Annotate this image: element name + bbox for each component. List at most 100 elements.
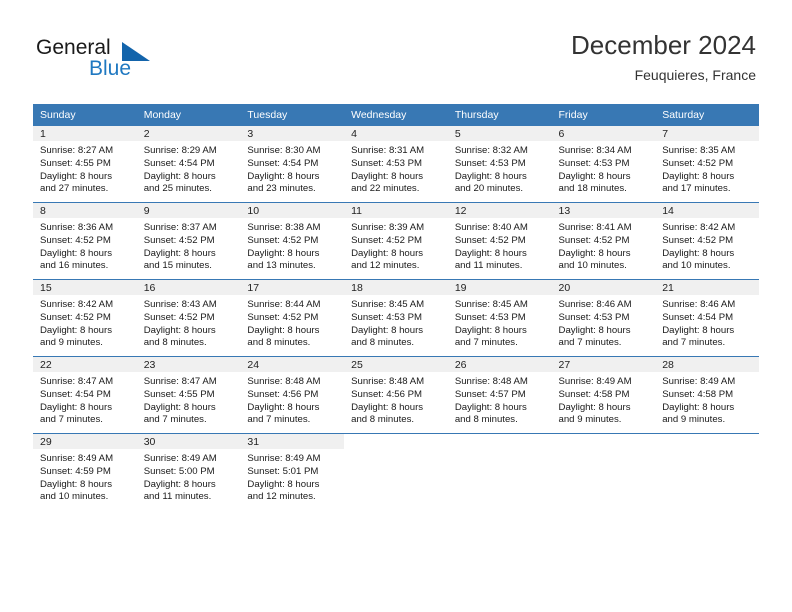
sunrise-time: Sunrise: 8:36 AM	[40, 222, 114, 233]
calendar-day-cell[interactable]: 30 Sunrise: 8:49 AM Sunset: 5:00 PM Dayligh…	[136, 433, 241, 510]
calendar-page: General Blue December 2024 Feuquieres, F…	[0, 0, 792, 612]
day-number: 11	[344, 203, 448, 218]
calendar-day-cell[interactable]: 7 Sunrise: 8:35 AM Sunset: 4:52 PM Daylight…	[655, 126, 759, 203]
day-number: 19	[447, 280, 552, 295]
calendar-day-cell[interactable]: 13 Sunrise: 8:41 AM Sunset: 4:52 PM Dayligh…	[551, 202, 656, 280]
daylight-duration-line1: Daylight: 8 hours	[454, 247, 527, 259]
calendar-header-row: Sunday Monday Tuesday Wednesday Thursday…	[33, 104, 759, 126]
calendar-day-cell[interactable]: 20 Sunrise: 8:46 AM Sunset: 4:53 PM Dayligh…	[551, 279, 656, 357]
day-details: Sunrise: 8:31 AM Sunset: 4:53 PM Daylight:…	[344, 141, 448, 196]
calendar-day-cell[interactable]: 8 Sunrise: 8:36 AM Sunset: 4:52 PM Daylight…	[33, 202, 137, 280]
calendar-day-cell[interactable]: 19 Sunrise: 8:45 AM Sunset: 4:53 PM Dayligh…	[447, 279, 552, 357]
calendar-day-cell[interactable]: 22 Sunrise: 8:47 AM Sunset: 4:54 PM Dayligh…	[33, 356, 137, 434]
calendar-day-cell[interactable]: 2 Sunrise: 8:29 AM Sunset: 4:54 PM Daylight…	[136, 126, 241, 203]
daylight-duration-line2: and 8 minutes.	[247, 337, 311, 349]
calendar-day-cell[interactable]: 5 Sunrise: 8:32 AM Sunset: 4:53 PM Daylight…	[447, 126, 552, 203]
sunset-time: Sunset: 4:52 PM	[558, 234, 630, 246]
day-number: 18	[344, 280, 448, 295]
sunrise-time: Sunrise: 8:48 AM	[454, 376, 528, 387]
calendar-day-cell[interactable]: 21 Sunrise: 8:46 AM Sunset: 4:54 PM Dayligh…	[655, 279, 759, 357]
day-number: 17	[240, 280, 345, 295]
day-number	[551, 434, 656, 449]
day-number: 29	[33, 434, 137, 449]
daylight-duration-line1: Daylight: 8 hours	[558, 170, 631, 182]
calendar-empty-cell	[344, 433, 448, 510]
calendar-day-cell[interactable]: 26 Sunrise: 8:48 AM Sunset: 4:57 PM Dayligh…	[447, 356, 552, 434]
calendar-day-cell[interactable]: 10 Sunrise: 8:38 AM Sunset: 4:52 PM Dayligh…	[240, 202, 345, 280]
sunrise-time: Sunrise: 8:29 AM	[143, 145, 217, 156]
daylight-duration-line1: Daylight: 8 hours	[40, 401, 112, 413]
page-subtitle: Feuquieres, France	[634, 67, 756, 83]
daylight-duration-line2: and 7 minutes.	[40, 414, 103, 426]
day-details: Sunrise: 8:34 AM Sunset: 4:53 PM Daylight:…	[552, 141, 656, 196]
calendar-day-cell[interactable]: 27 Sunrise: 8:49 AM Sunset: 4:58 PM Dayligh…	[551, 356, 656, 434]
daylight-duration-line1: Daylight: 8 hours	[351, 401, 424, 413]
calendar-week-row: 29 Sunrise: 8:49 AM Sunset: 4:59 PM Dayligh…	[33, 433, 759, 510]
calendar-day-cell[interactable]: 25 Sunrise: 8:48 AM Sunset: 4:56 PM Dayligh…	[344, 356, 448, 434]
sunrise-time: Sunrise: 8:27 AM	[40, 145, 114, 156]
calendar-day-cell[interactable]: 31 Sunrise: 8:49 AM Sunset: 5:01 PM Dayligh…	[240, 433, 345, 510]
calendar-day-cell[interactable]: 15 Sunrise: 8:42 AM Sunset: 4:52 PM Dayligh…	[33, 279, 137, 357]
sunrise-time: Sunrise: 8:42 AM	[662, 222, 736, 233]
day-details: Sunrise: 8:49 AM Sunset: 5:00 PM Daylight:…	[137, 449, 241, 504]
sunrise-time: Sunrise: 8:30 AM	[247, 145, 321, 156]
sunset-time: Sunset: 4:59 PM	[40, 465, 111, 477]
calendar-day-cell[interactable]: 24 Sunrise: 8:48 AM Sunset: 4:56 PM Dayligh…	[240, 356, 345, 434]
daylight-duration-line2: and 8 minutes.	[351, 337, 415, 349]
sunset-time: Sunset: 4:52 PM	[143, 234, 215, 246]
calendar-day-cell[interactable]: 23 Sunrise: 8:47 AM Sunset: 4:55 PM Dayligh…	[136, 356, 241, 434]
weekday-header-wednesday: Wednesday	[344, 104, 448, 126]
day-details: Sunrise: 8:47 AM Sunset: 4:55 PM Daylight:…	[137, 372, 241, 427]
day-number: 21	[655, 280, 759, 295]
weekday-header-sunday: Sunday	[33, 104, 137, 126]
calendar-day-cell[interactable]: 3 Sunrise: 8:30 AM Sunset: 4:54 PM Daylight…	[240, 126, 345, 203]
sunset-time: Sunset: 4:52 PM	[662, 234, 734, 246]
sunrise-time: Sunrise: 8:40 AM	[454, 222, 528, 233]
calendar-day-cell[interactable]: 4 Sunrise: 8:31 AM Sunset: 4:53 PM Daylight…	[344, 126, 448, 203]
day-details: Sunrise: 8:47 AM Sunset: 4:54 PM Daylight:…	[33, 372, 137, 427]
daylight-duration-line2: and 7 minutes.	[143, 414, 207, 426]
calendar-day-cell[interactable]: 1 Sunrise: 8:27 AM Sunset: 4:55 PM Daylight…	[33, 126, 137, 203]
daylight-duration-line2: and 7 minutes.	[454, 337, 518, 349]
sunset-time: Sunset: 4:53 PM	[454, 311, 526, 323]
calendar-day-cell[interactable]: 9 Sunrise: 8:37 AM Sunset: 4:52 PM Daylight…	[136, 202, 241, 280]
sunset-time: Sunset: 4:52 PM	[351, 234, 423, 246]
day-details: Sunrise: 8:44 AM Sunset: 4:52 PM Daylight:…	[240, 295, 344, 350]
day-number: 1	[33, 126, 137, 141]
general-blue-logo[interactable]: General Blue	[36, 36, 216, 86]
day-number: 24	[240, 357, 345, 372]
calendar-body: 1 Sunrise: 8:27 AM Sunset: 4:55 PM Daylight…	[33, 126, 759, 510]
calendar-day-cell[interactable]: 28 Sunrise: 8:49 AM Sunset: 4:58 PM Dayligh…	[655, 356, 759, 434]
calendar-day-cell[interactable]: 12 Sunrise: 8:40 AM Sunset: 4:52 PM Dayligh…	[447, 202, 552, 280]
calendar-day-cell[interactable]: 18 Sunrise: 8:45 AM Sunset: 4:53 PM Dayligh…	[344, 279, 448, 357]
daylight-duration-line2: and 9 minutes.	[558, 414, 622, 426]
calendar-day-cell[interactable]: 14 Sunrise: 8:42 AM Sunset: 4:52 PM Dayligh…	[655, 202, 759, 280]
day-details: Sunrise: 8:48 AM Sunset: 4:57 PM Daylight:…	[448, 372, 552, 427]
calendar-day-cell[interactable]: 17 Sunrise: 8:44 AM Sunset: 4:52 PM Dayligh…	[240, 279, 345, 357]
calendar-day-cell[interactable]: 29 Sunrise: 8:49 AM Sunset: 4:59 PM Dayligh…	[33, 433, 137, 510]
sunset-time: Sunset: 4:53 PM	[558, 311, 630, 323]
calendar-day-cell[interactable]: 16 Sunrise: 8:43 AM Sunset: 4:52 PM Dayligh…	[136, 279, 241, 357]
daylight-duration-line2: and 20 minutes.	[454, 183, 524, 195]
daylight-duration-line1: Daylight: 8 hours	[558, 401, 631, 413]
daylight-duration-line1: Daylight: 8 hours	[247, 170, 320, 182]
calendar-day-cell[interactable]: 6 Sunrise: 8:34 AM Sunset: 4:53 PM Daylight…	[551, 126, 656, 203]
daylight-duration-line1: Daylight: 8 hours	[662, 170, 735, 182]
daylight-duration-line1: Daylight: 8 hours	[558, 247, 631, 259]
calendar-day-cell[interactable]: 11 Sunrise: 8:39 AM Sunset: 4:52 PM Dayligh…	[344, 202, 448, 280]
daylight-duration-line2: and 10 minutes.	[558, 260, 627, 272]
daylight-duration-line1: Daylight: 8 hours	[143, 478, 216, 490]
day-details: Sunrise: 8:48 AM Sunset: 4:56 PM Daylight:…	[344, 372, 448, 427]
day-number	[655, 434, 759, 449]
page-header: General Blue December 2024 Feuquieres, F…	[0, 0, 792, 100]
sunset-time: Sunset: 4:58 PM	[662, 388, 734, 400]
calendar-empty-cell	[551, 433, 656, 510]
sunrise-time: Sunrise: 8:49 AM	[662, 376, 736, 387]
day-number: 25	[344, 357, 448, 372]
daylight-duration-line1: Daylight: 8 hours	[662, 324, 735, 336]
sunset-time: Sunset: 4:53 PM	[351, 311, 423, 323]
day-details: Sunrise: 8:39 AM Sunset: 4:52 PM Daylight:…	[344, 218, 448, 273]
daylight-duration-line1: Daylight: 8 hours	[40, 478, 112, 490]
daylight-duration-line2: and 12 minutes.	[351, 260, 420, 272]
daylight-duration-line2: and 22 minutes.	[351, 183, 420, 195]
